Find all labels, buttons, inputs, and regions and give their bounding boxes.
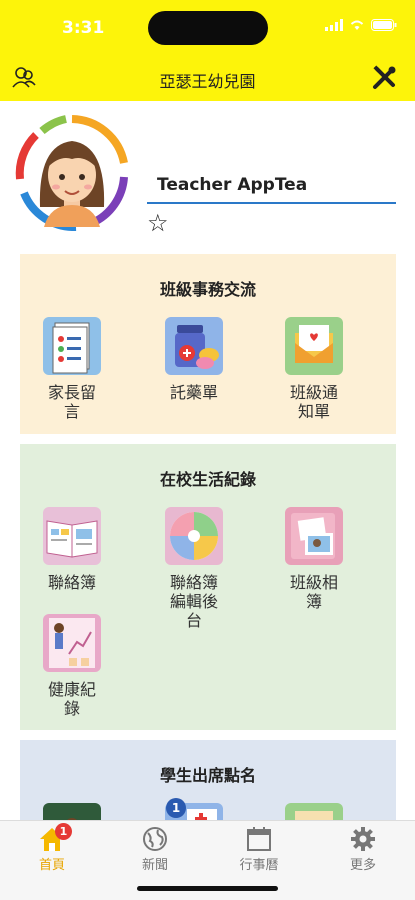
name-underline — [147, 202, 396, 204]
section-class-affairs: 班級事務交流 家長留言 託藥單 班級通知單 — [20, 254, 396, 434]
admin-wheel-icon — [165, 507, 223, 565]
tab-news[interactable]: 新聞 — [120, 825, 190, 873]
teacher-avatar[interactable] — [14, 115, 130, 231]
status-time: 3:31 — [62, 18, 105, 38]
teacher-name: Teacher AppTea — [157, 175, 308, 195]
tile-label: 健康紀錄 — [47, 680, 96, 718]
tab-label: 新聞 — [141, 858, 168, 873]
tile-attendance-3[interactable] — [264, 803, 364, 820]
section-title: 在校生活紀錄 — [159, 470, 256, 489]
settings-button[interactable] — [370, 64, 398, 92]
attendance-count-badge: 1 — [166, 798, 186, 818]
tools-icon — [373, 65, 396, 89]
tile-label: 班級相簿 — [289, 573, 338, 611]
wifi-icon — [350, 20, 364, 30]
status-icons — [325, 19, 397, 31]
dynamic-island — [148, 11, 268, 45]
profile-panel: Teacher AppTea ☆ — [0, 101, 415, 251]
home-badge: 1 — [55, 823, 72, 840]
favorite-star-icon[interactable]: ☆ — [147, 209, 169, 237]
tile-label: 託藥單 — [169, 383, 218, 402]
open-book-icon — [43, 507, 101, 565]
school-title: 亞瑟王幼兒園 — [159, 72, 256, 91]
signal-icon — [325, 19, 343, 31]
battery-icon — [371, 19, 397, 31]
health-chart-icon — [43, 614, 101, 672]
tile-attendance-2[interactable]: 1 — [144, 798, 244, 820]
tab-label: 行事曆 — [239, 858, 279, 873]
attendance-record-icon — [285, 803, 343, 820]
tile-label: 聯絡簿 — [47, 573, 96, 592]
section-school-life: 在校生活紀錄 聯絡簿 聯絡簿編輯後台 班級相簿 健康紀錄 — [20, 444, 396, 730]
section-title: 班級事務交流 — [159, 280, 256, 299]
section-title: 學生出席點名 — [159, 766, 256, 785]
home-indicator — [137, 886, 278, 891]
tab-home[interactable]: 1 首頁 — [17, 823, 87, 873]
calendar-icon — [247, 827, 271, 851]
tab-label: 更多 — [349, 858, 376, 873]
parent-message-icon — [43, 317, 101, 375]
tab-label: 首頁 — [38, 858, 65, 873]
tile-label: 班級通知單 — [289, 383, 338, 421]
gear-icon — [351, 827, 375, 851]
tile-attendance-1[interactable] — [22, 803, 122, 820]
tile-health-record[interactable]: 健康紀錄 — [22, 614, 122, 718]
tile-label: 聯絡簿編輯後台 — [169, 573, 218, 630]
tile-class-album[interactable]: 班級相簿 — [264, 507, 364, 611]
classroom-icon — [43, 803, 101, 820]
tab-more[interactable]: 更多 — [328, 825, 398, 873]
tile-contact-book[interactable]: 聯絡簿 — [22, 507, 122, 592]
tile-contact-book-admin[interactable]: 聯絡簿編輯後台 — [144, 507, 244, 630]
globe-icon — [143, 827, 167, 851]
tile-parent-message[interactable]: 家長留言 — [22, 317, 122, 421]
app-header: 3:31 亞瑟王幼兒園 — [0, 0, 415, 101]
tile-class-notice[interactable]: 班級通知單 — [264, 317, 364, 421]
section-attendance: 學生出席點名 1 — [20, 740, 396, 830]
photo-album-icon — [285, 507, 343, 565]
tab-calendar[interactable]: 行事曆 — [224, 825, 294, 873]
medicine-icon — [165, 317, 223, 375]
tile-medication-form[interactable]: 託藥單 — [144, 317, 244, 402]
tile-label: 家長留言 — [47, 383, 96, 421]
envelope-icon — [285, 317, 343, 375]
